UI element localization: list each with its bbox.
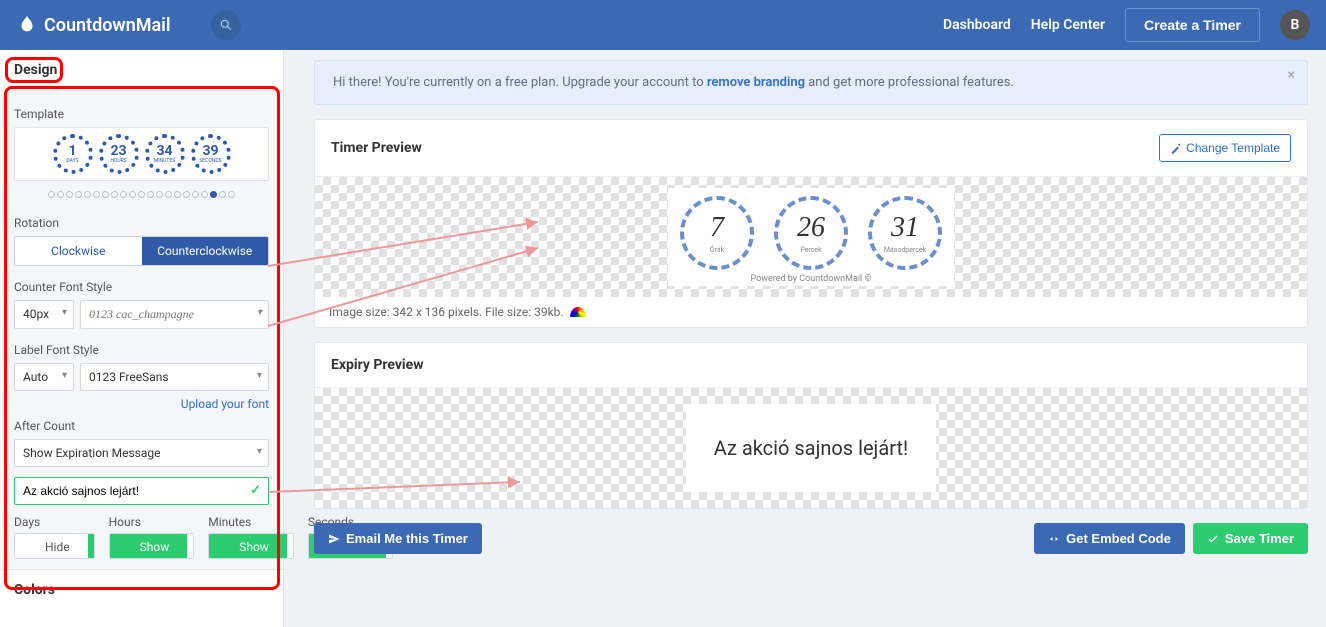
expiry-preview-area: Az akció sajnos lejárt! xyxy=(315,388,1307,508)
counter-font-label: Counter Font Style xyxy=(14,280,269,294)
template-thumbnail[interactable]: 1DAYS 23HOURS 34MINUTES 39SECONDS xyxy=(14,127,269,181)
timer-seconds: 31Másodpercek xyxy=(868,196,942,270)
sidebar: Design Template 1DAYS 23HOURS 34MINUTES … xyxy=(0,50,284,627)
minutes-label: Minutes xyxy=(208,515,294,529)
counter-font-select[interactable]: 0123 cac_champagne xyxy=(80,300,269,329)
label-font-label: Label Font Style xyxy=(14,343,269,357)
timer-hours: 7Órák xyxy=(680,196,754,270)
tab-colors[interactable]: Colors xyxy=(0,570,283,610)
rotation-label: Rotation xyxy=(14,216,269,230)
hours-label: Hours xyxy=(109,515,195,529)
label-font-select[interactable]: 0123 FreeSans xyxy=(80,363,269,391)
avatar[interactable]: B xyxy=(1280,10,1310,40)
template-pager[interactable] xyxy=(14,187,269,202)
email-timer-button[interactable]: Email Me this Timer xyxy=(314,523,482,554)
minutes-toggle[interactable]: Show xyxy=(208,533,294,559)
send-icon xyxy=(328,533,340,545)
brand-logo[interactable]: CountdownMail xyxy=(16,14,171,36)
mini-timer-seconds: 39SECONDS xyxy=(191,134,231,174)
mini-timer-hours: 23HOURS xyxy=(99,134,139,174)
brand-name: CountdownMail xyxy=(44,15,171,36)
magic-wand-icon xyxy=(1170,142,1182,154)
expiry-image: Az akció sajnos lejárt! xyxy=(686,404,936,492)
mini-timer-minutes: 34MINUTES xyxy=(145,134,185,174)
code-icon xyxy=(1048,533,1060,545)
close-icon[interactable]: × xyxy=(1288,67,1295,83)
rotation-toggle: Clockwise Counterclockwise xyxy=(14,236,269,266)
counter-size-select[interactable]: 40px xyxy=(14,300,74,329)
timer-minutes: 26Percek xyxy=(774,196,848,270)
mini-timer-days: 1DAYS xyxy=(53,134,93,174)
search-icon xyxy=(219,18,233,32)
days-label: Days xyxy=(14,515,95,529)
top-bar: CountdownMail Dashboard Help Center Crea… xyxy=(0,0,1326,50)
image-info: Image size: 342 x 136 pixels. File size:… xyxy=(315,297,1307,327)
get-embed-button[interactable]: Get Embed Code xyxy=(1034,523,1185,554)
rotation-counterclockwise[interactable]: Counterclockwise xyxy=(142,237,269,265)
after-count-label: After Count xyxy=(14,419,269,433)
unit-toggles: Days Hide Hours Show Minutes Show Second… xyxy=(14,509,269,559)
check-icon xyxy=(1207,533,1219,545)
remove-branding-link[interactable]: remove branding xyxy=(707,75,805,90)
expiry-message-input[interactable] xyxy=(14,477,269,505)
label-size-select[interactable]: Auto xyxy=(14,363,74,391)
nav-dashboard[interactable]: Dashboard xyxy=(943,17,1011,33)
timer-preview-panel: Timer Preview Change Template 7Órák 26Pe… xyxy=(314,119,1308,328)
main-content: Hi there! You're currently on a free pla… xyxy=(284,50,1326,627)
check-icon: ✓ xyxy=(250,483,261,498)
expiry-preview-title: Expiry Preview xyxy=(331,357,423,373)
nav-help[interactable]: Help Center xyxy=(1031,17,1105,33)
create-timer-button[interactable]: Create a Timer xyxy=(1125,8,1260,42)
upload-font-link[interactable]: Upload your font xyxy=(14,397,269,411)
top-right: Dashboard Help Center Create a Timer B xyxy=(943,8,1310,42)
days-toggle[interactable]: Hide xyxy=(14,533,95,559)
flame-icon xyxy=(16,14,38,36)
after-count-select[interactable]: Show Expiration Message xyxy=(14,439,269,467)
notice-pre: Hi there! You're currently on a free pla… xyxy=(333,75,707,90)
hours-toggle[interactable]: Show xyxy=(109,533,195,559)
tab-design[interactable]: Design xyxy=(0,50,283,90)
template-label: Template xyxy=(14,107,269,121)
timer-image: 7Órák 26Percek 31Másodpercek Powered by … xyxy=(668,188,954,286)
timer-preview-title: Timer Preview xyxy=(331,140,422,156)
save-timer-button[interactable]: Save Timer xyxy=(1193,523,1308,554)
action-bar: Email Me this Timer Get Embed Code Save … xyxy=(314,523,1308,554)
rotation-clockwise[interactable]: Clockwise xyxy=(15,237,142,265)
expiry-preview-panel: Expiry Preview Az akció sajnos lejárt! xyxy=(314,342,1308,509)
powered-by: Powered by CountdownMail © xyxy=(680,274,942,284)
design-panel: Template 1DAYS 23HOURS 34MINUTES 39SECON… xyxy=(0,90,283,570)
upgrade-notice: Hi there! You're currently on a free pla… xyxy=(314,60,1308,105)
search-button[interactable] xyxy=(211,10,241,40)
change-template-button[interactable]: Change Template xyxy=(1159,134,1291,162)
timer-preview-area: 7Órák 26Percek 31Másodpercek Powered by … xyxy=(315,177,1307,297)
rainbow-icon xyxy=(570,307,586,317)
notice-post: and get more professional features. xyxy=(805,75,1014,90)
